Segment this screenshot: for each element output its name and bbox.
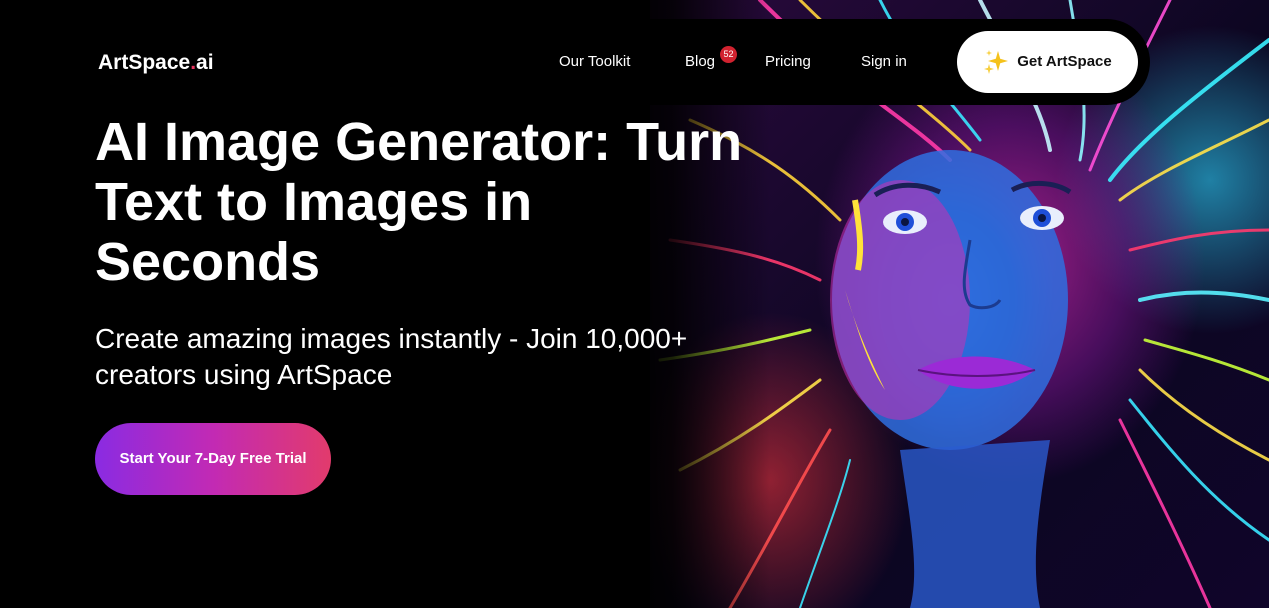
hero-subtitle: Create amazing images instantly - Join 1…: [95, 323, 688, 390]
hero-title: AI Image Generator: Turn Text to Images …: [95, 112, 743, 292]
get-artspace-label: Get ArtSpace: [1017, 53, 1112, 70]
nav-link-sign-in[interactable]: Sign in: [861, 52, 907, 72]
get-artspace-button[interactable]: Get ArtSpace: [957, 31, 1138, 93]
start-free-trial-button[interactable]: Start Your 7-Day Free Trial: [95, 423, 331, 495]
nav-link-pricing[interactable]: Pricing: [765, 52, 811, 72]
brand-logo[interactable]: ArtSpace.ai: [98, 50, 214, 76]
nav-link-our-toolkit[interactable]: Our Toolkit: [559, 52, 630, 72]
logo-text-main: ArtSpace: [98, 51, 191, 74]
blog-count-badge: 52: [720, 46, 737, 63]
sparkles-icon: [983, 49, 1009, 75]
nav-link-blog[interactable]: Blog: [685, 52, 715, 72]
logo-text-suffix: ai: [196, 51, 214, 74]
start-free-trial-label: Start Your 7-Day Free Trial: [119, 450, 307, 467]
